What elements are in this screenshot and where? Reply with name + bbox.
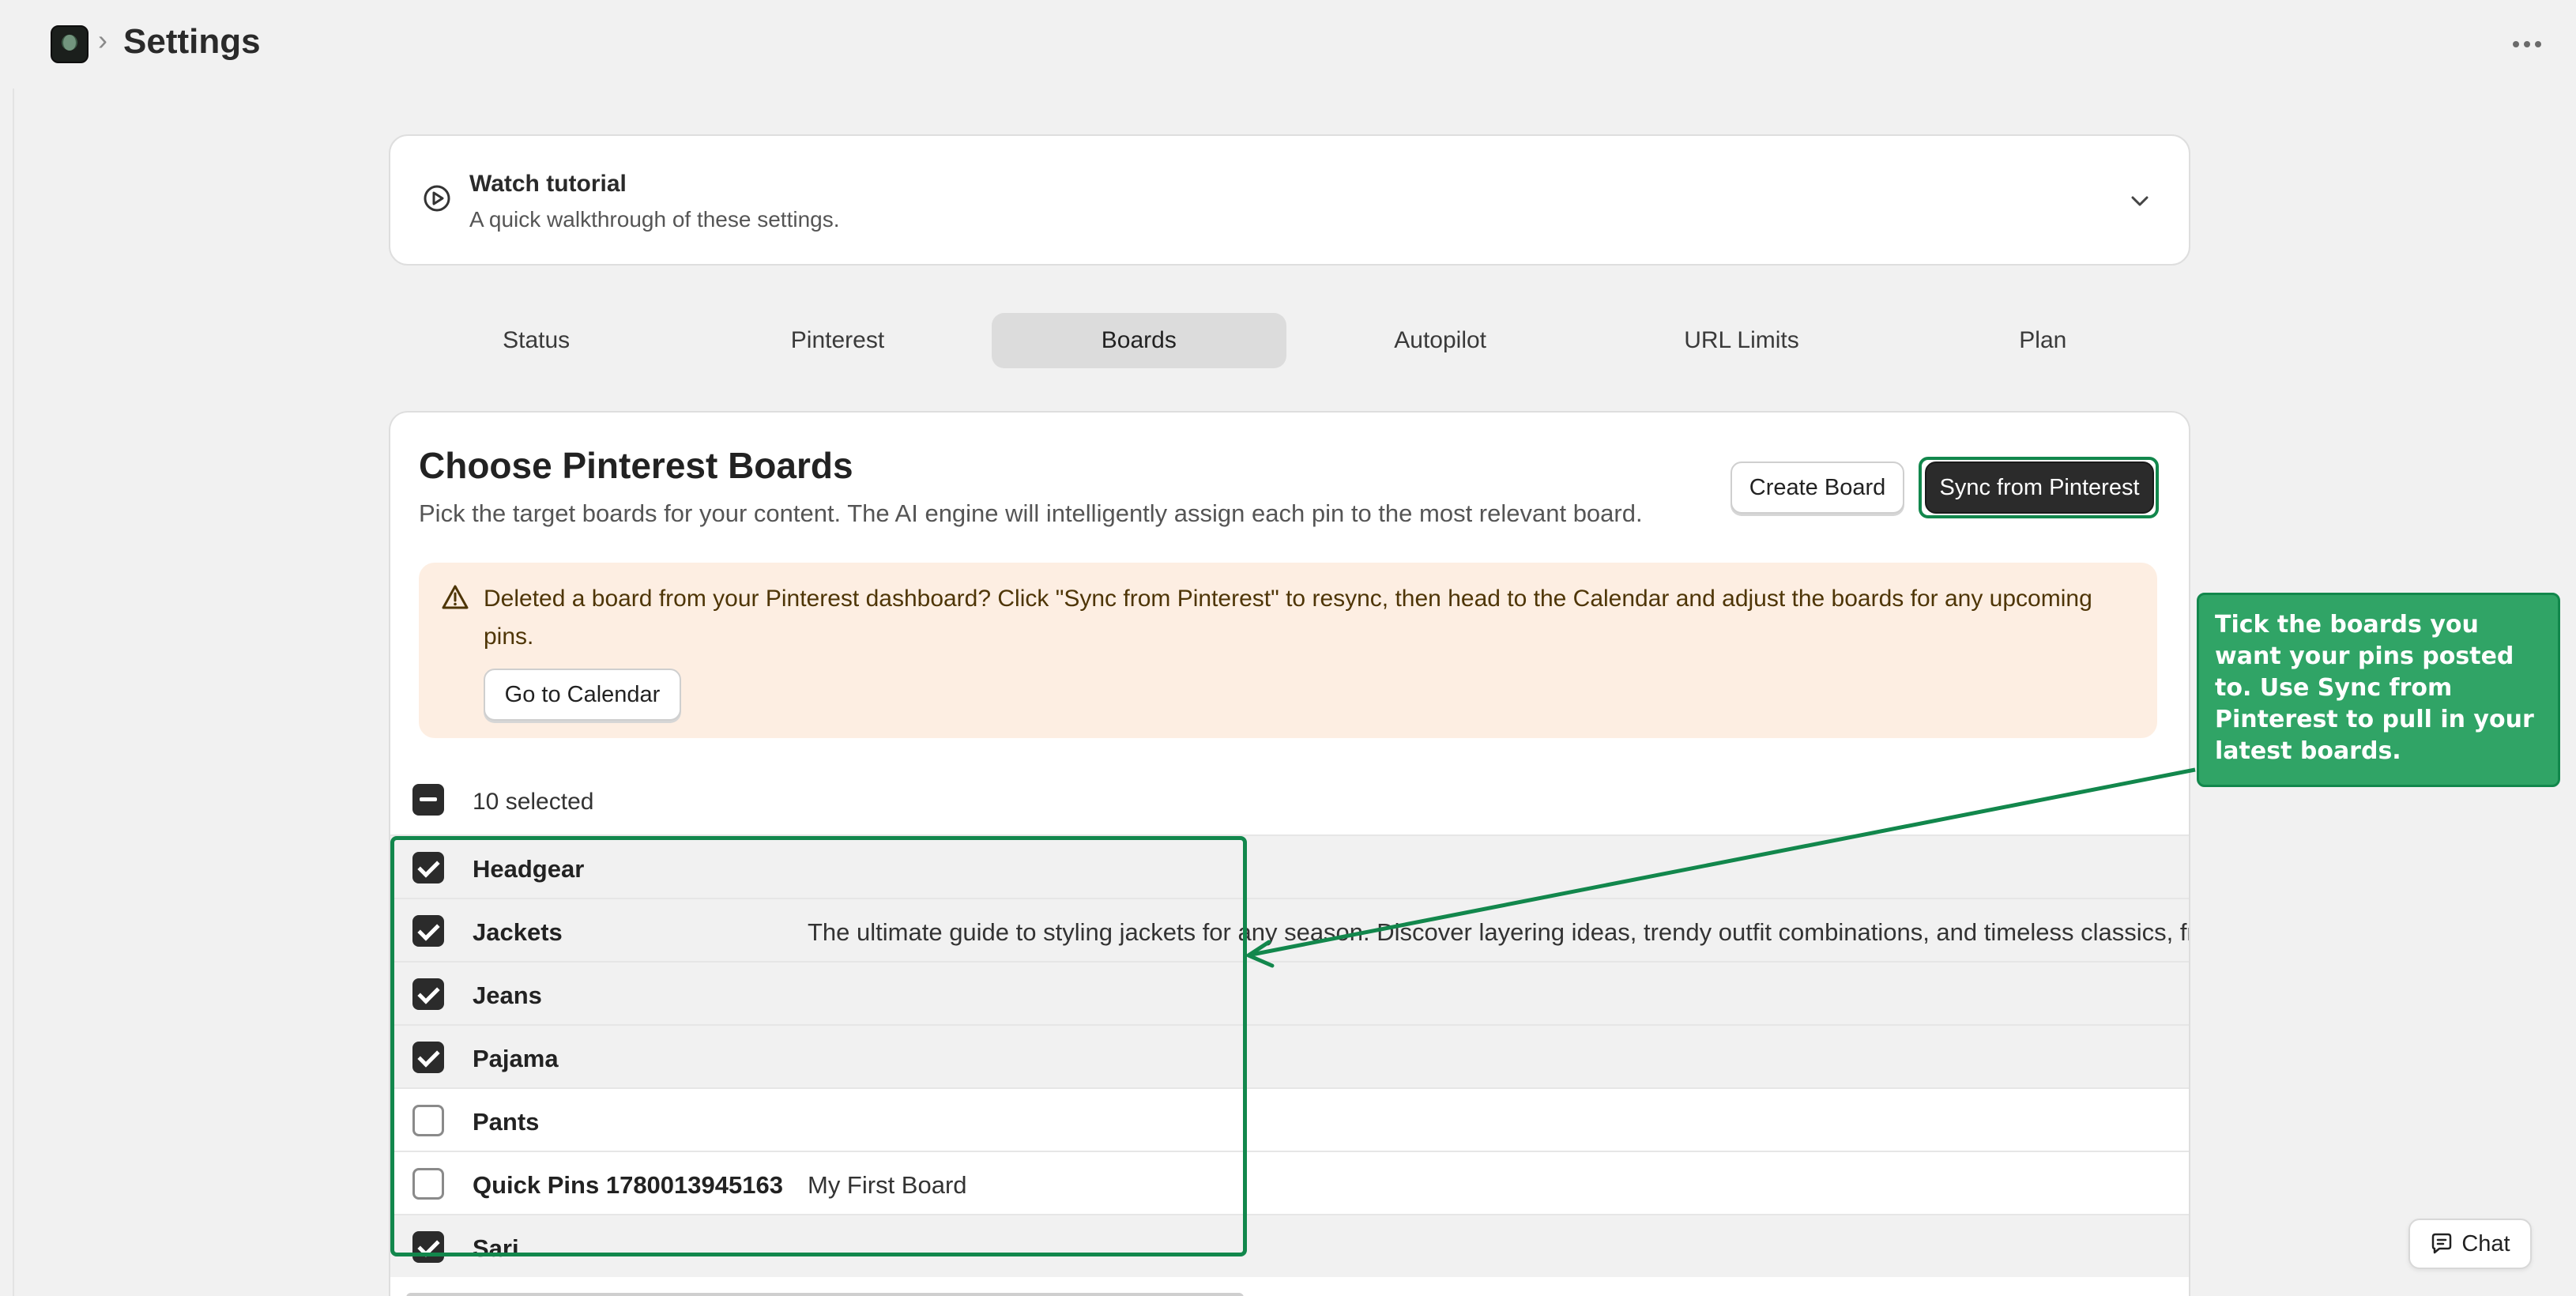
board-description: My First Board [808,1171,967,1199]
selected-count: 10 selected [473,789,594,815]
settings-tabs: Status Pinterest Boards Autopilot URL Li… [389,313,2190,368]
boards-list: Headgear Jackets The ultimate guide to s… [390,834,2190,1277]
horizontal-scrollbar[interactable] [406,1293,1244,1296]
tutorial-card[interactable]: Watch tutorial A quick walkthrough of th… [389,134,2190,266]
tab-boards[interactable]: Boards [991,313,1286,368]
board-name: Pajama [473,1045,559,1072]
boards-subtitle: Pick the target boards for your content.… [419,499,1643,527]
chat-bubble-icon [2432,1233,2452,1254]
board-checkbox[interactable] [412,915,444,947]
board-checkbox[interactable] [412,978,444,1010]
list-item[interactable]: Quick Pins 1780013945163 My First Board [390,1151,2189,1214]
help-callout: Tick the boards you want your pins poste… [2197,593,2560,787]
board-name: Jackets [473,918,563,946]
create-board-button[interactable]: Create Board [1731,462,1904,514]
list-item[interactable]: Sari [390,1214,2189,1277]
list-item[interactable]: Jackets The ultimate guide to styling ja… [390,898,2190,961]
list-item[interactable]: Headgear [390,834,2189,898]
callout-text: Tick the boards you want your pins poste… [2215,611,2534,765]
warning-banner: Deleted a board from your Pinterest dash… [419,563,2157,738]
sidebar-divider [13,89,14,1296]
tutorial-title: Watch tutorial [469,171,627,197]
chevron-down-icon[interactable] [2129,190,2151,212]
tab-pinterest[interactable]: Pinterest [690,313,985,368]
tab-autopilot[interactable]: Autopilot [1293,313,1587,368]
top-bar: › Settings [0,0,2576,89]
play-circle-icon [424,185,450,212]
more-horizontal-icon [2513,41,2519,47]
board-checkbox[interactable] [412,1105,444,1136]
tab-status[interactable]: Status [389,313,684,368]
board-name: Sari [473,1234,519,1262]
boards-title: Choose Pinterest Boards [419,445,853,486]
board-checkbox[interactable] [412,1168,444,1200]
list-item[interactable]: Jeans [390,961,2189,1024]
tutorial-subtitle: A quick walkthrough of these settings. [469,207,840,232]
select-all-checkbox[interactable] [412,784,444,816]
board-name: Quick Pins 1780013945163 [473,1171,783,1199]
board-description: The ultimate guide to styling jackets fo… [808,918,2190,946]
go-to-calendar-button[interactable]: Go to Calendar [484,669,681,721]
sync-from-pinterest-button[interactable]: Sync from Pinterest [1925,462,2154,514]
tab-url-limits[interactable]: URL Limits [1594,313,1889,368]
warning-text: Deleted a board from your Pinterest dash… [484,586,2092,650]
tab-plan[interactable]: Plan [1896,313,2190,368]
board-checkbox[interactable] [412,1231,444,1263]
board-checkbox[interactable] [412,1042,444,1073]
breadcrumb-separator: › [98,24,107,56]
list-item[interactable]: Pants [390,1087,2189,1151]
list-item[interactable]: Pajama [390,1024,2189,1087]
board-name: Jeans [473,981,542,1009]
warning-triangle-icon [442,585,469,609]
board-name: Headgear [473,855,585,883]
chat-button[interactable]: Chat [2408,1219,2532,1269]
more-options-button[interactable] [2503,21,2551,68]
board-checkbox[interactable] [412,852,444,883]
boards-panel: Choose Pinterest Boards Pick the target … [389,411,2190,1296]
chat-label: Chat [2461,1230,2510,1256]
board-name: Pants [473,1108,540,1136]
app-logo-icon[interactable] [51,25,89,63]
page-title: Settings [123,22,261,61]
